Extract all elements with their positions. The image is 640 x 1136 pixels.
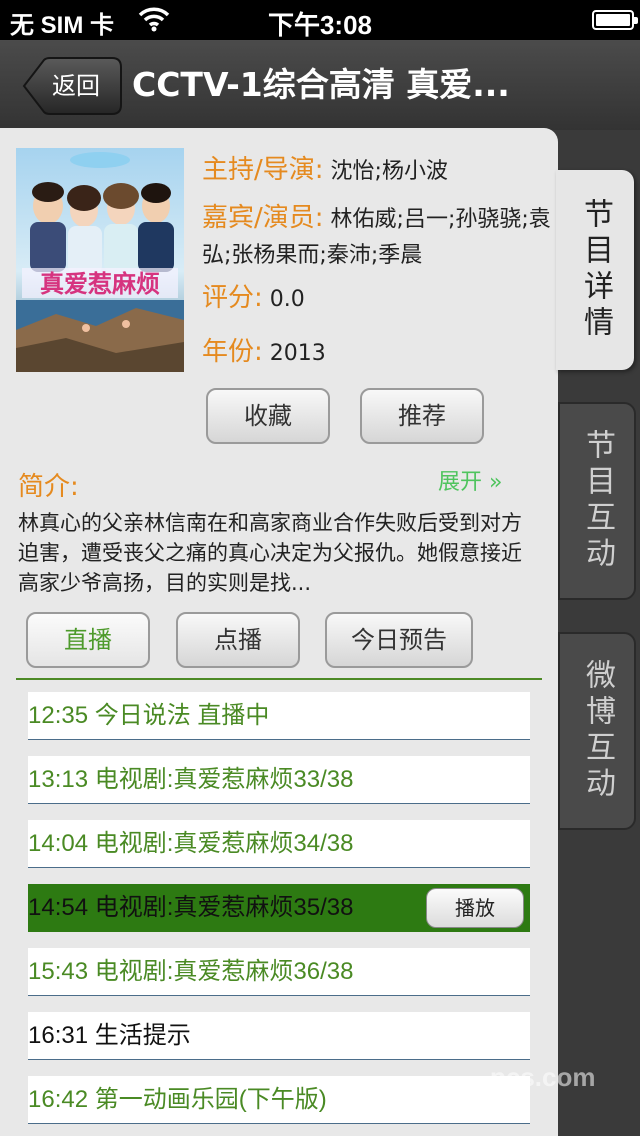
cast-row: 嘉宾/演员: 林佑威;吕一;孙骁骁;袁弘;张杨果而;秦沛;季晨 (202, 200, 552, 274)
intro-text: 林真心的父亲林信南在和高家商业合作失败后受到对方迫害，遭受丧父之痛的真心决定为父… (18, 511, 522, 595)
page-title: CCTV-1综合高清 真爱... (132, 65, 510, 104)
back-button-label: 返回 (52, 72, 100, 100)
program-row[interactable]: 14:04 电视剧:真爱惹麻烦34/38 (28, 820, 530, 868)
side-tab-label: 节目详情 (578, 198, 613, 342)
rating-value: 0.0 (269, 287, 305, 312)
year-row: 年份: 2013 (202, 334, 326, 372)
tab-weibo-interaction[interactable]: 微博互动 (558, 632, 636, 830)
program-text: 14:54 电视剧:真爱惹麻烦35/38 (28, 894, 354, 921)
watermark-text: pcs.com (490, 1062, 596, 1092)
watermark-logo: pcs.com (430, 1048, 600, 1098)
program-poster: 真爱惹麻烦 (16, 148, 184, 372)
navigation-bar: 返回 CCTV-1综合高清 真爱... (0, 40, 640, 130)
side-tab-label: 节目互动 (580, 429, 615, 573)
tab-program-details[interactable]: 节目详情 (556, 170, 634, 370)
divider (16, 678, 542, 680)
rating-label: 评分: (202, 283, 263, 313)
back-button[interactable]: 返回 (22, 57, 122, 115)
director-label: 主持/导演: (202, 155, 324, 185)
poster-image: 真爱惹麻烦 (16, 148, 184, 372)
battery-icon (592, 10, 638, 30)
detail-panel: 真爱惹麻烦 主持/导演: 沈怡;杨小波 嘉宾/演员: 林佑威;吕一;孙骁骁;袁弘… (0, 128, 558, 1136)
director-value: 沈怡;杨小波 (330, 159, 448, 184)
tab-live[interactable]: 直播 (26, 612, 150, 668)
year-value: 2013 (269, 341, 326, 366)
status-time: 下午3:08 (267, 10, 373, 40)
tab-preview[interactable]: 今日预告 (325, 612, 473, 668)
program-row-selected[interactable]: 14:54 电视剧:真爱惹麻烦35/38 播放 (28, 884, 530, 932)
side-tab-label: 微博互动 (580, 659, 615, 803)
poster-title: 真爱惹麻烦 (40, 270, 160, 298)
program-row[interactable]: 13:13 电视剧:真爱惹麻烦33/38 (28, 756, 530, 804)
play-button[interactable]: 播放 (426, 888, 524, 928)
favorite-button[interactable]: 收藏 (206, 388, 330, 444)
program-text: 14:04 电视剧:真爱惹麻烦34/38 (28, 830, 354, 857)
intro-label: 简介: (18, 472, 79, 502)
program-text: 16:31 生活提示 (28, 1022, 191, 1049)
cast-label: 嘉宾/演员: (202, 203, 324, 233)
program-row[interactable]: 15:43 电视剧:真爱惹麻烦36/38 (28, 948, 530, 996)
recommend-button[interactable]: 推荐 (360, 388, 484, 444)
expand-link[interactable]: 展开 » (438, 464, 502, 496)
program-text: 12:35 今日说法 直播中 (28, 702, 270, 729)
watermark-graphic: pcs.com (490, 1062, 596, 1092)
program-text: 16:42 第一动画乐园(下午版) (28, 1086, 327, 1113)
program-row[interactable]: 12:35 今日说法 直播中 (28, 692, 530, 740)
program-text: 15:43 电视剧:真爱惹麻烦36/38 (28, 958, 354, 985)
rating-row: 评分: 0.0 (202, 280, 305, 318)
tab-vod[interactable]: 点播 (176, 612, 300, 668)
tab-program-interaction[interactable]: 节目互动 (558, 402, 636, 600)
status-bar: 无 SIM 卡 下午3:08 (0, 0, 640, 40)
year-label: 年份: (202, 337, 263, 367)
program-text: 13:13 电视剧:真爱惹麻烦33/38 (28, 766, 354, 793)
director-row: 主持/导演: 沈怡;杨小波 (202, 152, 448, 190)
